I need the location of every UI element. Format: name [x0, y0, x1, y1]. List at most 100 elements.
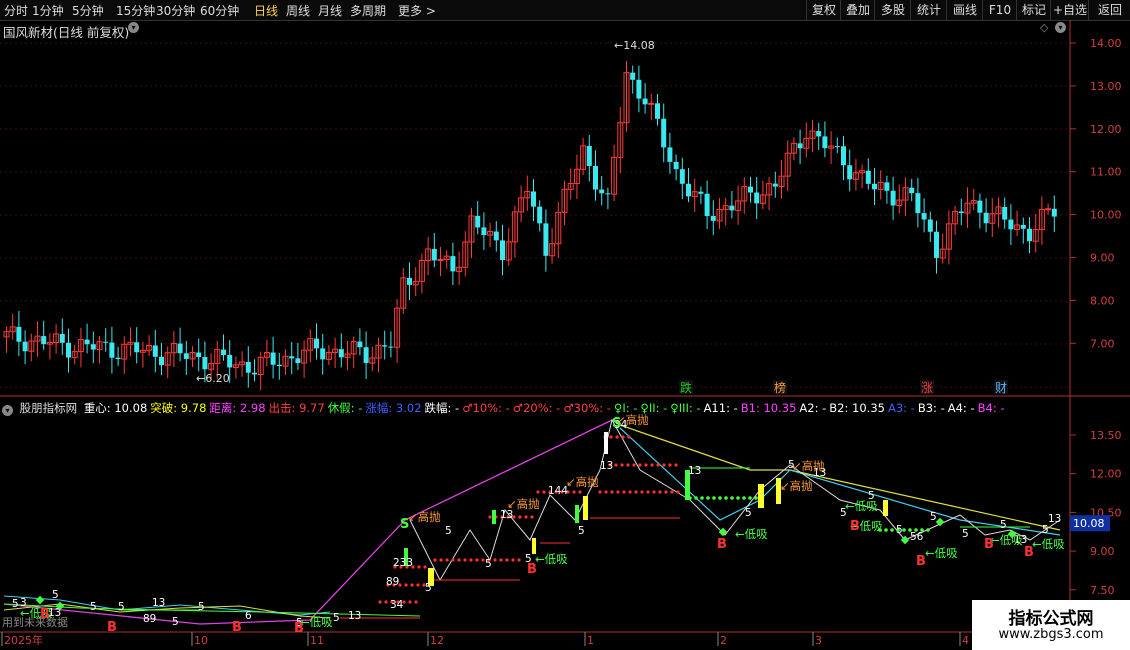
- resistance-dot: [414, 600, 418, 604]
- time-tick-label: 2: [720, 634, 727, 647]
- resistance-dot: [620, 463, 624, 467]
- resistance-dot: [622, 490, 626, 494]
- resistance-dot: [644, 463, 648, 467]
- buy-marker: B: [527, 562, 537, 577]
- indicator-field-0: 重心: 10.08: [83, 401, 148, 415]
- candle-body-down: [388, 346, 394, 348]
- candle-body-down: [475, 215, 481, 228]
- chevron-down-circle-icon[interactable]: ▾: [2, 405, 13, 416]
- candle-body-down: [221, 349, 226, 355]
- event-marker-0: 跌: [680, 380, 692, 395]
- candle-body-down: [884, 182, 890, 191]
- price-tick-label: 8.00: [1090, 294, 1115, 307]
- indicator-field-17: A3: -: [887, 401, 915, 415]
- candle-body-down: [289, 356, 295, 359]
- count-digit: 5: [333, 612, 340, 624]
- count-digit: 5: [1000, 519, 1007, 531]
- count-digit: 5: [578, 525, 585, 537]
- resistance-dot: [656, 463, 660, 467]
- indicator-field-16: B2: 10.35: [829, 401, 885, 415]
- resistance-dot: [457, 558, 461, 562]
- candle-body-down: [22, 341, 28, 352]
- support-dot: [718, 496, 722, 500]
- price-chart[interactable]: ←14.08 ←6.20 14.00 13.00 12.00 11.00 10.00 9.0…: [0, 0, 1130, 650]
- candle-body-down: [357, 341, 363, 348]
- indicator-title-row: ▾ 股朋指标网 重心: 10.08 突破: 9.78 距离: 2.98 出击: 9.7…: [2, 400, 1072, 416]
- support-dot: [742, 496, 746, 500]
- resistance-dot: [664, 490, 668, 494]
- count-digit: 5: [12, 598, 19, 610]
- resistance-dot: [616, 490, 620, 494]
- event-marker-2: 涨: [921, 380, 933, 395]
- price-tick-label: 11.00: [1090, 166, 1122, 179]
- candle-body-down: [797, 143, 803, 149]
- resistance-dot: [518, 515, 522, 519]
- candle-body-down: [667, 147, 673, 162]
- resistance-dot: [505, 558, 509, 562]
- resistance-dot: [650, 463, 654, 467]
- count-digit: 5: [962, 528, 969, 540]
- indicator-field-2: 距离: 2.98: [209, 401, 266, 415]
- candle-body-down: [382, 345, 388, 347]
- price-tick-label: 13.00: [1090, 80, 1122, 93]
- resistance-dot: [469, 558, 473, 562]
- indicator-field-7: ♂10%: -: [462, 401, 510, 415]
- candle-body-down: [202, 357, 208, 370]
- buy-marker: B: [107, 620, 117, 635]
- resistance-dot: [416, 583, 420, 587]
- candle-body-down: [66, 342, 71, 358]
- count-digit: 13: [152, 597, 165, 609]
- candle-body-up: [437, 259, 444, 262]
- candle-body-down: [847, 165, 853, 180]
- candle-body-down: [754, 192, 760, 204]
- candle-body-up: [1045, 208, 1052, 211]
- resistance-dot: [604, 490, 608, 494]
- indicator-field-3: 出击: 9.77: [268, 401, 325, 415]
- count-digit: 13: [1048, 513, 1061, 525]
- candle-body-down: [729, 205, 735, 211]
- count-digit: 5: [930, 511, 937, 523]
- candle-body-down: [338, 349, 344, 358]
- count-digit: 5: [52, 589, 59, 601]
- resistance-dot: [628, 490, 632, 494]
- support-dot: [884, 528, 888, 532]
- candle-body-down: [599, 189, 605, 194]
- support-dot: [748, 496, 752, 500]
- sell-marker: S: [612, 416, 621, 431]
- high-throw-label: ↙高抛: [408, 510, 441, 524]
- candle-body-down: [252, 372, 257, 375]
- count-digit: 5: [896, 524, 903, 536]
- candle-body-down: [865, 170, 871, 184]
- resistance-dot: [463, 558, 467, 562]
- ind-tick-label: 9.00: [1090, 545, 1115, 558]
- resistance-dot: [493, 558, 497, 562]
- indicator-field-19: A4: -: [947, 401, 975, 415]
- low-buy-label: ←低吸: [300, 615, 333, 629]
- candle-body-down: [661, 118, 667, 148]
- support-dot: [706, 496, 710, 500]
- resistance-dot: [408, 600, 412, 604]
- resistance-dot: [658, 490, 662, 494]
- support-dot: [730, 496, 734, 500]
- count-digit: 233: [393, 557, 413, 569]
- resistance-dot: [524, 515, 528, 519]
- count-digit: 5: [90, 601, 97, 613]
- event-marker-3: 财: [995, 381, 1007, 395]
- candle-body-down: [450, 256, 456, 272]
- ind-tick-label: 7.50: [1090, 584, 1115, 597]
- candle-body-down: [103, 341, 109, 343]
- buy-marker: B: [294, 621, 304, 636]
- signal-bar: [604, 432, 608, 454]
- candle-body-down: [816, 131, 822, 137]
- candle-body-down: [270, 352, 276, 365]
- candle-body-down: [500, 240, 505, 261]
- low-buy-label: ←低吸: [845, 499, 878, 513]
- candle-body-down: [543, 223, 549, 256]
- candle-body-down: [407, 277, 412, 285]
- candle-body-down: [636, 79, 642, 99]
- indicator-field-13: A11: -: [703, 401, 738, 415]
- buy-marker: B: [232, 620, 242, 635]
- resistance-dot: [439, 558, 443, 562]
- candle-body-down: [134, 342, 140, 353]
- candle-body-down: [673, 161, 679, 170]
